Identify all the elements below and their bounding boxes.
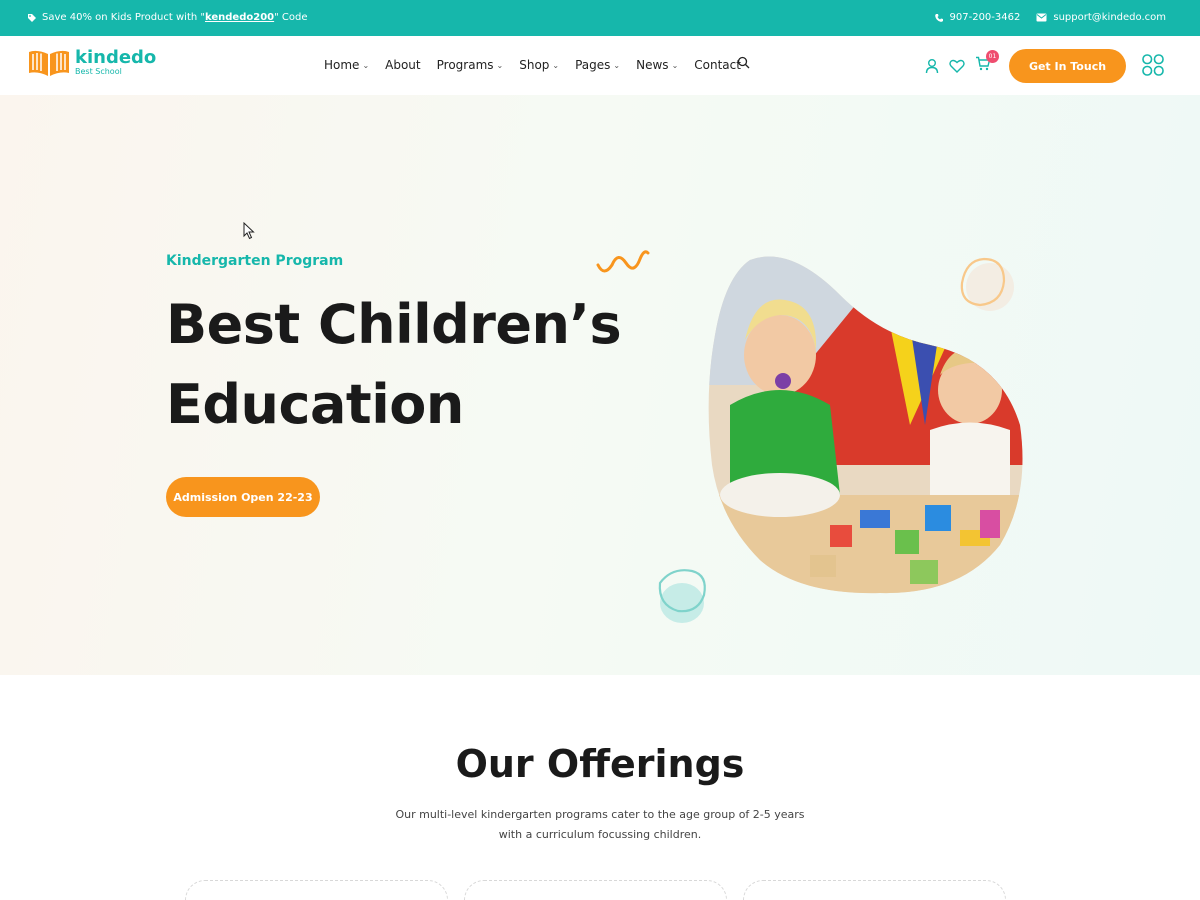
nav-about[interactable]: About xyxy=(385,58,420,72)
chevron-down-icon: ⌄ xyxy=(552,60,560,70)
promo-code-link[interactable]: kendedo200 xyxy=(205,12,274,23)
heart-icon[interactable] xyxy=(949,59,965,73)
nav-programs[interactable]: Programs ⌄ xyxy=(437,58,504,72)
top-contact: 907-200-3462 support@kindedo.com xyxy=(934,12,1166,23)
chevron-down-icon: ⌄ xyxy=(613,60,621,70)
hero-illustration xyxy=(596,250,1023,623)
grid-menu-icon[interactable] xyxy=(1142,54,1164,76)
nav-contact[interactable]: Contact xyxy=(694,58,741,72)
hero-title: Best Children’s Education xyxy=(166,285,626,445)
hero-title-line2: Education xyxy=(166,373,464,436)
hero-section: Kindergarten Program Best Children’s Edu… xyxy=(0,95,1200,675)
nav-news[interactable]: News ⌄ xyxy=(636,58,678,72)
get-in-touch-button[interactable]: Get In Touch xyxy=(1009,49,1126,83)
cart-button[interactable]: 01 xyxy=(975,50,999,75)
phone-link[interactable]: 907-200-3462 xyxy=(934,12,1020,23)
offering-card[interactable] xyxy=(743,880,1006,900)
main-header: kindedo Best School Home ⌄ About Programs… xyxy=(0,36,1200,95)
header-actions: 01 xyxy=(925,50,999,75)
offerings-description: Our multi-level kindergarten programs ca… xyxy=(395,808,805,841)
user-icon[interactable] xyxy=(925,58,939,74)
blob-decoration xyxy=(660,583,704,623)
tag-icon xyxy=(28,13,36,22)
hero-eyebrow: Kindergarten Program xyxy=(166,253,344,269)
site-logo[interactable]: kindedo Best School xyxy=(27,46,156,78)
logo-tagline: Best School xyxy=(75,66,122,76)
admission-button[interactable]: Admission Open 22-23 xyxy=(166,477,320,517)
nav-shop[interactable]: Shop ⌄ xyxy=(519,58,559,72)
nav-pages[interactable]: Pages ⌄ xyxy=(575,58,620,72)
promo-prefix: Save 40% on Kids Product with " xyxy=(42,12,205,23)
offering-card[interactable] xyxy=(185,880,448,900)
nav-home[interactable]: Home ⌄ xyxy=(324,58,369,72)
chevron-down-icon: ⌄ xyxy=(496,60,504,70)
chevron-down-icon: ⌄ xyxy=(362,60,370,70)
squiggle-decoration xyxy=(596,250,650,273)
mouse-cursor-icon xyxy=(243,222,255,240)
book-logo-icon xyxy=(29,50,69,76)
offerings-title: Our Offerings xyxy=(455,742,745,786)
top-bar: Save 40% on Kids Product with "kendedo20… xyxy=(0,0,1200,36)
promo-text: Save 40% on Kids Product with "kendedo20… xyxy=(27,12,308,23)
offering-card[interactable] xyxy=(464,880,727,900)
main-nav: Home ⌄ About Programs ⌄ Shop ⌄ Pages ⌄ News ⌄… xyxy=(324,58,757,72)
mail-icon xyxy=(1036,13,1047,22)
phone-icon xyxy=(934,13,943,22)
email-link[interactable]: support@kindedo.com xyxy=(1036,12,1166,23)
hero-title-line1: Best Children’s xyxy=(166,293,622,356)
promo-suffix: " Code xyxy=(274,12,308,23)
logo-name: kindedo xyxy=(75,46,157,68)
chevron-down-icon: ⌄ xyxy=(671,60,679,70)
cart-count-badge: 01 xyxy=(986,50,999,63)
search-icon[interactable] xyxy=(737,56,750,69)
